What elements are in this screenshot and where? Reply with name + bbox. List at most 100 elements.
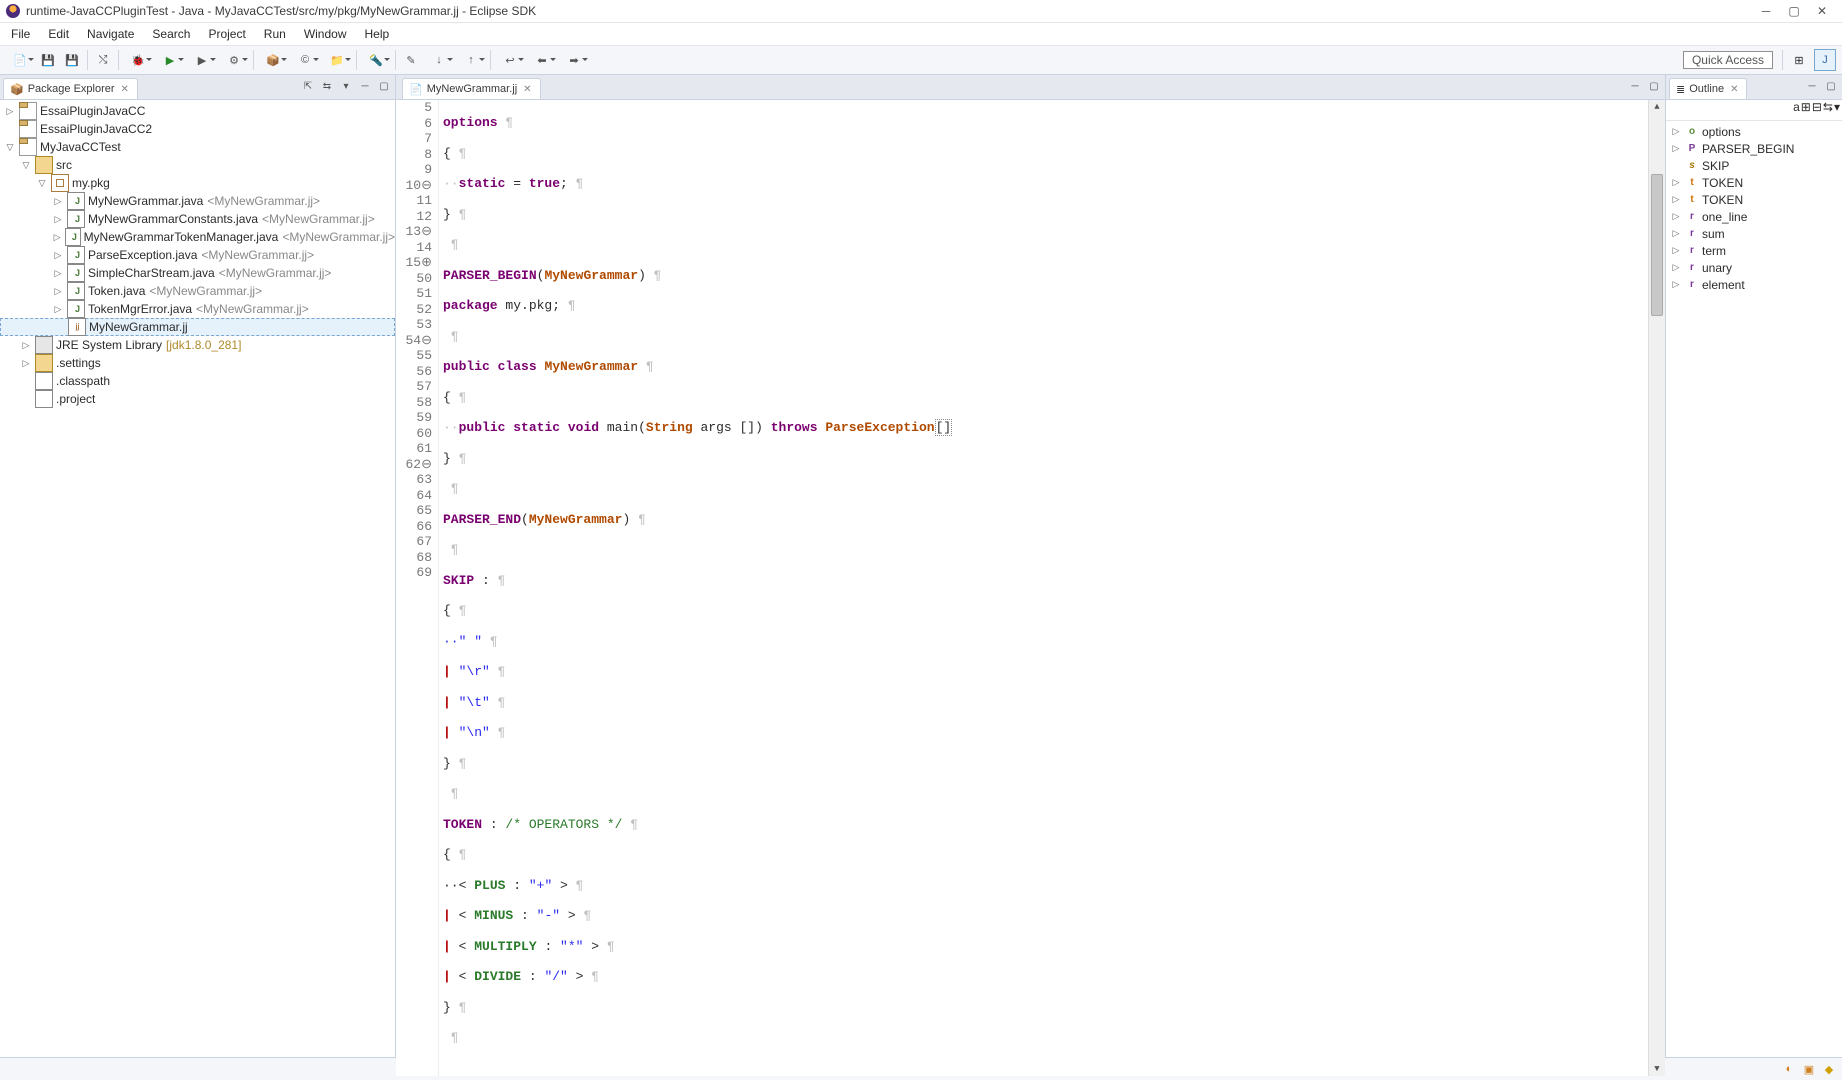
filter-button[interactable]: ⊞: [1801, 100, 1811, 120]
project-file[interactable]: .project: [0, 390, 395, 408]
menu-run[interactable]: Run: [255, 25, 295, 43]
java-file[interactable]: ▷ MyNewGrammarConstants.java <MyNewGramm…: [0, 210, 395, 228]
new-button[interactable]: 📄: [5, 49, 35, 71]
run-button[interactable]: ▶: [155, 49, 185, 71]
minimize-editor-button[interactable]: ─: [1626, 77, 1644, 95]
new-folder-button[interactable]: 📁: [322, 49, 352, 71]
minimize-view-button[interactable]: ─: [1803, 77, 1821, 95]
sort-button[interactable]: a: [1793, 100, 1800, 120]
java-file[interactable]: ▷ TokenMgrError.java <MyNewGrammar.jj>: [0, 300, 395, 318]
code-area[interactable]: options ¶ { ¶ ··static = true; ¶ } ¶ ¶ P…: [439, 100, 1648, 1076]
outline-item[interactable]: ▷rsum: [1666, 225, 1842, 242]
project-item[interactable]: EssaiPluginJavaCC2: [0, 120, 395, 138]
minimize-button[interactable]: ─: [1752, 2, 1780, 20]
new-package-button[interactable]: 📦: [258, 49, 288, 71]
outline-item[interactable]: ▷rterm: [1666, 242, 1842, 259]
settings-folder[interactable]: ▷ .settings: [0, 354, 395, 372]
view-menu-button[interactable]: ▾: [337, 77, 355, 95]
outline-tree[interactable]: ▷ooptions ▷PPARSER_BEGIN sSKIP ▷tTOKEN ▷…: [1666, 121, 1842, 1080]
new-class-button[interactable]: ©: [290, 49, 320, 71]
close-icon[interactable]: ✕: [119, 84, 131, 95]
save-button[interactable]: 💾: [37, 49, 59, 71]
src-folder[interactable]: ▽ src: [0, 156, 395, 174]
toolbar-sep: [118, 50, 119, 70]
outline-item[interactable]: ▷PPARSER_BEGIN: [1666, 140, 1842, 157]
open-perspective-button[interactable]: ⊞: [1788, 49, 1810, 71]
status-updates-icon[interactable]: ◐: [1780, 1060, 1798, 1078]
toolbar-sep: [356, 50, 357, 70]
annotation-prev-button[interactable]: ↑: [456, 49, 486, 71]
outline-item[interactable]: ▷tTOKEN: [1666, 191, 1842, 208]
menu-search[interactable]: Search: [143, 25, 199, 43]
toggle-mark-button[interactable]: ✎: [400, 49, 422, 71]
java-file[interactable]: ▷ SimpleCharStream.java <MyNewGrammar.jj…: [0, 264, 395, 282]
status-tip-icon[interactable]: ◆: [1820, 1060, 1838, 1078]
outline-item[interactable]: ▷rone_line: [1666, 208, 1842, 225]
annotation-next-button[interactable]: ↓: [424, 49, 454, 71]
link-editor-button[interactable]: ⇆: [318, 77, 336, 95]
quick-access-field[interactable]: Quick Access: [1683, 51, 1773, 69]
jre-library[interactable]: ▷ JRE System Library [jdk1.8.0_281]: [0, 336, 395, 354]
collapse-button[interactable]: ⊟: [1812, 100, 1822, 120]
external-tools-button[interactable]: ⚙: [219, 49, 249, 71]
package-explorer-tree[interactable]: ▷ EssaiPluginJavaCC EssaiPluginJavaCC2 ▽…: [0, 100, 395, 1057]
collapse-all-button[interactable]: ⇱: [299, 77, 317, 95]
java-file[interactable]: ▷ Token.java <MyNewGrammar.jj>: [0, 282, 395, 300]
maximize-button[interactable]: ▢: [1780, 2, 1808, 20]
package-explorer-tab[interactable]: 📦 Package Explorer ✕: [3, 78, 138, 99]
project-item[interactable]: ▷ EssaiPluginJavaCC: [0, 102, 395, 120]
package-item[interactable]: ▽ my.pkg: [0, 174, 395, 192]
outline-item[interactable]: ▷relement: [1666, 276, 1842, 293]
maximize-view-button[interactable]: ▢: [1822, 77, 1840, 95]
maximize-view-button[interactable]: ▢: [375, 77, 393, 95]
scroll-down-icon[interactable]: ▼: [1654, 1062, 1659, 1076]
scroll-thumb[interactable]: [1651, 174, 1663, 316]
center-column: 📄 MyNewGrammar.jj ✕ ─ ▢ 5678910⊖1: [396, 75, 1842, 1057]
link-button[interactable]: ⇆: [1823, 100, 1833, 120]
editor-tabbar: 📄 MyNewGrammar.jj ✕ ─ ▢: [396, 75, 1665, 100]
java-perspective-button[interactable]: J: [1814, 49, 1836, 71]
outline-item[interactable]: ▷runary: [1666, 259, 1842, 276]
scroll-up-icon[interactable]: ▲: [1654, 100, 1659, 114]
skip-breakpoints-button[interactable]: ⤭: [92, 49, 114, 71]
search-button[interactable]: 🔦: [361, 49, 391, 71]
maximize-editor-button[interactable]: ▢: [1645, 77, 1663, 95]
project-item[interactable]: ▽ MyJavaCCTest: [0, 138, 395, 156]
nav-forward-button[interactable]: ➡: [559, 49, 589, 71]
window-title: runtime-JavaCCPluginTest - Java - MyJava…: [26, 4, 1752, 18]
outline-item[interactable]: sSKIP: [1666, 157, 1842, 174]
java-file[interactable]: ▷ ParseException.java <MyNewGrammar.jj>: [0, 246, 395, 264]
java-file[interactable]: ▷ MyNewGrammar.java <MyNewGrammar.jj>: [0, 192, 395, 210]
outline-item[interactable]: ▷tTOKEN: [1666, 174, 1842, 191]
view-menu-button[interactable]: ▾: [1834, 100, 1840, 120]
java-file[interactable]: ▷ MyNewGrammarTokenManager.java <MyNewGr…: [0, 228, 395, 246]
menu-window[interactable]: Window: [295, 25, 356, 43]
jj-file[interactable]: MyNewGrammar.jj: [0, 318, 395, 336]
editor-area: 📄 MyNewGrammar.jj ✕ ─ ▢ 5678910⊖1: [396, 75, 1666, 1080]
coverage-button[interactable]: ▶: [187, 49, 217, 71]
menu-edit[interactable]: Edit: [39, 25, 78, 43]
package-explorer-icon: 📦: [10, 83, 24, 96]
menu-help[interactable]: Help: [356, 25, 399, 43]
outline-item[interactable]: ▷ooptions: [1666, 123, 1842, 140]
close-icon[interactable]: ✕: [1728, 84, 1740, 95]
editor-vscrollbar[interactable]: ▲ ▼: [1648, 100, 1665, 1076]
save-all-button[interactable]: 💾: [61, 49, 83, 71]
last-edit-button[interactable]: ↩: [495, 49, 525, 71]
editor-tab[interactable]: 📄 MyNewGrammar.jj ✕: [402, 78, 541, 99]
editor-body[interactable]: 5678910⊖111213⊖1415⊕5051525354⊖555657585…: [396, 100, 1665, 1076]
nav-back-button[interactable]: ⬅: [527, 49, 557, 71]
minimize-view-button[interactable]: ─: [356, 77, 374, 95]
menu-project[interactable]: Project: [199, 25, 254, 43]
eclipse-icon: [6, 4, 20, 18]
close-button[interactable]: ✕: [1808, 2, 1836, 20]
toolbar-sep: [395, 50, 396, 70]
menu-file[interactable]: File: [2, 25, 39, 43]
classpath-file[interactable]: .classpath: [0, 372, 395, 390]
close-icon[interactable]: ✕: [521, 84, 533, 95]
status-progress-icon[interactable]: ▣: [1800, 1060, 1818, 1078]
outline-tab[interactable]: ≣ Outline ✕: [1669, 78, 1747, 99]
debug-button[interactable]: 🐞: [123, 49, 153, 71]
toolbar-sep: [490, 50, 491, 70]
menu-navigate[interactable]: Navigate: [78, 25, 143, 43]
